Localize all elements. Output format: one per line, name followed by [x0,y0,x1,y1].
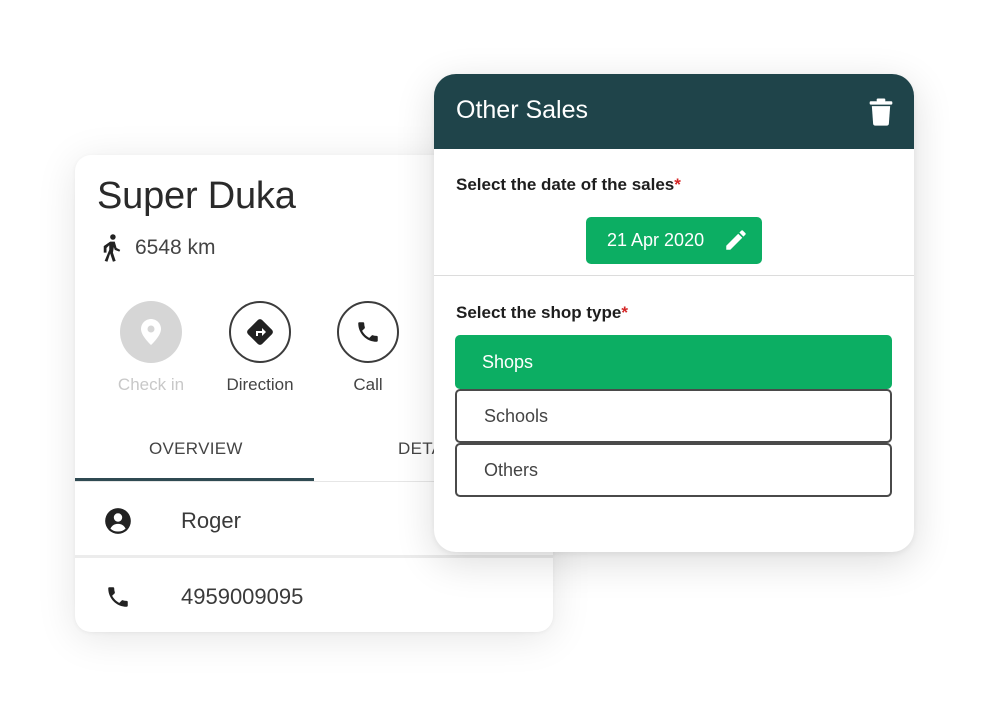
option-schools[interactable]: Schools [455,389,892,443]
phone-icon [358,322,378,342]
section-divider [434,275,914,276]
required-mark: * [674,175,681,194]
date-picker-button[interactable]: 21 Apr 2020 [586,217,762,264]
date-question-text: Select the date of the sales [456,175,675,194]
required-mark: * [621,303,628,322]
phone-number: 4959009095 [181,584,304,609]
direction-circle [229,301,291,363]
check-in-label: Check in [117,375,185,394]
phone-icon [103,582,133,612]
pencil-icon [726,230,746,250]
trash-icon[interactable] [868,98,894,126]
call-circle [337,301,399,363]
shop-name: Super Duka [97,175,296,217]
distance-text: 6548 km [135,236,216,259]
dialog-title: Other Sales [456,96,589,124]
contact-name: Roger [181,508,241,533]
distance-row: 6548 km [101,233,216,263]
selected-date: 21 Apr 2020 [607,230,705,250]
location-pin-icon [141,319,161,345]
direction-button[interactable]: Direction [210,301,310,395]
row-divider [75,555,553,558]
check-in-circle [120,301,182,363]
option-others[interactable]: Others [455,443,892,497]
shop-type-question: Select the shop type* [456,303,628,323]
direction-icon [247,319,273,345]
call-label: Call [353,375,383,394]
walking-icon [103,234,121,262]
dialog-header: Other Sales [434,74,914,149]
call-button[interactable]: Call [318,301,418,395]
check-in-button[interactable]: Check in [101,301,201,395]
shop-type-question-text: Select the shop type [456,303,622,322]
tab-overview[interactable]: OVERVIEW [149,439,243,459]
phone-row[interactable]: 4959009095 [75,562,553,632]
option-shops[interactable]: Shops [455,335,892,389]
account-circle-icon [103,506,133,536]
other-sales-dialog: Other Sales Select the date of the sales… [434,74,914,552]
date-question: Select the date of the sales* [456,175,681,195]
direction-label: Direction [226,375,294,394]
